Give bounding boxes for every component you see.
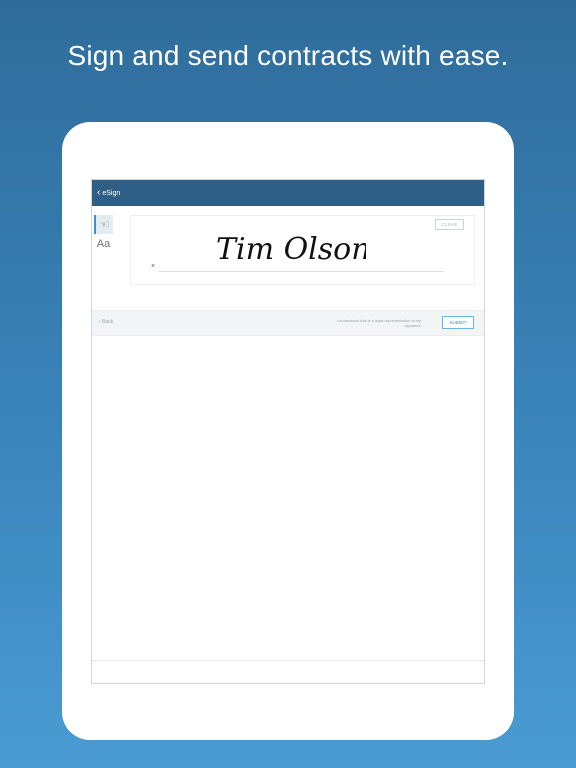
type-mode-button[interactable]: Aa: [94, 234, 113, 253]
signature-mode-toolbar: ☜ Aa: [94, 215, 113, 253]
nav-bar: ‹ eSign: [92, 180, 484, 206]
draw-mode-button[interactable]: ☜: [94, 215, 113, 234]
type-text-icon: Aa: [96, 237, 111, 250]
clear-button[interactable]: CLEAR: [435, 219, 464, 230]
signature-pad[interactable]: CLEAR Tim Olson ×: [130, 215, 475, 285]
headline: Sign and send contracts with ease.: [67, 40, 509, 71]
nav-back-button[interactable]: ‹ eSign: [97, 188, 120, 198]
app-screen: ‹ eSign ☜ Aa CLEAR Tim Olson × ‹ Back I …: [91, 179, 485, 684]
signature-text: Tim Olson: [216, 232, 366, 267]
bottom-bar: [92, 660, 484, 683]
chevron-left-icon: ‹: [97, 187, 101, 198]
signature-drawing: Tim Olson: [216, 232, 366, 267]
legal-disclaimer: I understand this is a legal representat…: [336, 318, 421, 328]
action-bar: ‹ Back I understand this is a legal repr…: [92, 310, 484, 336]
signature-x-mark: ×: [151, 263, 156, 270]
back-button[interactable]: ‹ Back: [99, 319, 113, 325]
signature-line: [159, 271, 444, 272]
nav-title: eSign: [102, 189, 121, 197]
hand-draw-icon: ☜: [99, 219, 110, 231]
submit-button[interactable]: SUBMIT: [442, 316, 474, 329]
